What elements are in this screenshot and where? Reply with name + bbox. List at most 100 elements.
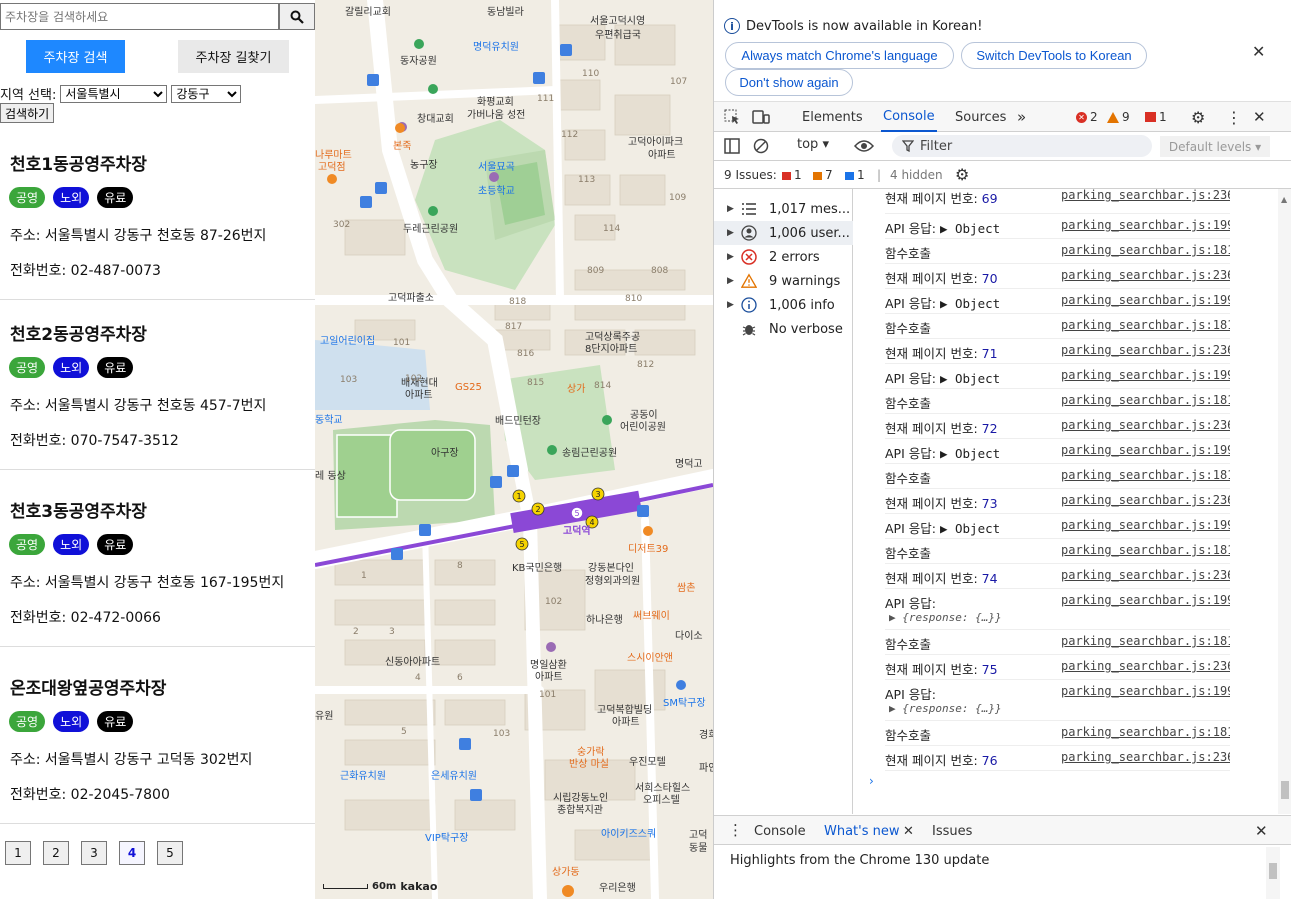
object-toggle[interactable]: ▶ Object [940,296,1000,311]
log-source-link[interactable]: parking_searchbar.js:236 [1061,343,1230,357]
map-label[interactable]: 다이소 [675,627,703,642]
console-log-row[interactable]: 함수호출 parking_searchbar.js:181 [885,539,1230,564]
log-source-link[interactable]: parking_searchbar.js:199 [1061,518,1230,532]
sidebar-item[interactable]: ▶ 1,006 info [714,293,853,317]
drawer-tab-issues[interactable]: Issues [932,824,972,839]
console-log-row[interactable]: 현재 페이지 번호: 75 parking_searchbar.js:236 [885,655,1230,680]
map-label[interactable]: 고일어린이집 [320,332,375,347]
map-label[interactable]: 써브웨이 [633,607,670,622]
map-label[interactable]: 명덕유치원 [473,38,519,53]
map-label[interactable]: 송림근린공원 [562,444,617,459]
more-tabs-icon[interactable]: » [1017,102,1026,132]
parking-route-button[interactable]: 주차장 길찾기 [178,40,289,73]
console-log-row[interactable]: API 응답: ▶ Object parking_searchbar.js:199 [885,289,1230,314]
map-label[interactable]: 은세유치원 [431,767,477,782]
map-label[interactable]: 창대교회 [417,110,454,125]
console-log-row[interactable]: 함수호출 parking_searchbar.js:181 [885,239,1230,264]
map-label[interactable]: 종합복지관 [557,801,603,816]
error-count[interactable]: ✕ 2 [1076,110,1098,124]
sidebar-item[interactable]: No verbose [714,317,853,341]
map-label[interactable]: 경희 [699,726,713,741]
clear-console-icon[interactable] [753,138,769,154]
drawer-scrollbar[interactable] [1266,847,1280,899]
log-source-link[interactable]: parking_searchbar.js:181 [1061,468,1230,482]
console-log-row[interactable]: API 응답: ▶ Object parking_searchbar.js:199 [885,214,1230,239]
log-source-link[interactable]: parking_searchbar.js:236 [1061,750,1230,764]
tab-sources[interactable]: Sources [955,102,1006,132]
map-label[interactable]: 서울고덕시영 [590,12,645,27]
map-label[interactable]: 고덕파출소 [388,289,434,304]
console-log-row[interactable]: 현재 페이지 번호: 74 parking_searchbar.js:236 [885,564,1230,589]
eye-icon[interactable] [854,139,874,153]
log-source-link[interactable]: parking_searchbar.js:181 [1061,634,1230,648]
console-log-row[interactable]: API 응답: ▶ {response: {…}} parking_searchba… [885,680,1230,721]
parking-card[interactable]: 온조대왕옆공영주차장 공영 노외 유료 주소: 서울특별시 강동구 고덕동 302번지 전… [0,654,315,824]
map-label[interactable]: 갈릴리교회 [345,3,391,18]
map-label[interactable]: 우리은행 [599,879,636,894]
log-source-link[interactable]: parking_searchbar.js:236 [1061,659,1230,673]
tab-elements[interactable]: Elements [802,102,863,132]
filter-input[interactable]: Filter [892,135,1152,157]
settings-gear-icon[interactable]: ⚙ [1191,102,1205,132]
more-options-icon[interactable]: ⋮ [1226,102,1242,132]
map-label[interactable]: 디저트39 [628,540,668,555]
object-toggle[interactable]: ▶ Object [940,371,1000,386]
map-label[interactable]: 근화유치원 [340,767,386,782]
log-source-link[interactable]: parking_searchbar.js:181 [1061,543,1230,557]
sidebar-item[interactable]: ▶ 9 warnings [714,269,853,293]
console-log-row[interactable]: 함수호출 parking_searchbar.js:181 [885,721,1230,746]
parking-card[interactable]: 천호2동공영주차장 공영 노외 유료 주소: 서울특별시 강동구 천호동 457-7번지… [0,300,315,470]
map-label[interactable]: 아파트 [535,668,563,683]
map-label[interactable]: 아파트 [648,146,676,161]
map-label[interactable]: KB국민은행 [512,559,562,574]
console-scrollbar[interactable]: ▲ [1278,189,1291,814]
city-select[interactable]: 서울특별시 [60,84,168,103]
device-toolbar-icon[interactable] [752,109,770,125]
console-log-row[interactable]: 현재 페이지 번호: 76 parking_searchbar.js:236 [885,746,1230,771]
map-label[interactable]: 파인 [699,759,713,774]
page-button[interactable]: 2 [43,841,69,865]
object-toggle[interactable]: ▶ Object [940,221,1000,236]
log-source-link[interactable]: parking_searchbar.js:181 [1061,393,1230,407]
kakao-map[interactable]: 1 2 3 4 5 5 갈릴리교회 동남빌라 서울고덕시영 우편취급국 명덕유치… [315,0,713,899]
console-prompt[interactable]: › [869,774,874,788]
drawer-scroll-thumb[interactable] [1269,863,1277,879]
sidebar-item[interactable]: ▶ 2 errors [714,245,853,269]
map-label[interactable]: 본죽 [393,137,411,152]
parking-search-button[interactable]: 주차장 검색 [26,40,125,73]
log-source-link[interactable]: parking_searchbar.js:181 [1061,318,1230,332]
log-source-link[interactable]: parking_searchbar.js:181 [1061,725,1230,739]
warning-count[interactable]: 9 [1107,110,1130,124]
page-button[interactable]: 5 [157,841,183,865]
map-label[interactable]: 상가 [567,380,585,395]
page-button[interactable]: 1 [5,841,31,865]
log-source-link[interactable]: parking_searchbar.js:181 [1061,243,1230,257]
log-source-link[interactable]: parking_searchbar.js:199 [1061,218,1230,232]
log-source-link[interactable]: parking_searchbar.js:199 [1061,293,1230,307]
map-label[interactable]: 반상 마실 [569,755,609,770]
map-label[interactable]: 가버나움 성전 [467,106,525,121]
search-icon-button[interactable] [279,3,315,30]
log-source-link[interactable]: parking_searchbar.js:199 [1061,593,1230,607]
console-log-row[interactable]: 현재 페이지 번호: 72 parking_searchbar.js:236 [885,414,1230,439]
console-log-row[interactable]: 함수호출 parking_searchbar.js:181 [885,389,1230,414]
scroll-thumb[interactable] [1281,781,1289,799]
console-log-row[interactable]: 함수호출 parking_searchbar.js:181 [885,630,1230,655]
log-source-link[interactable]: parking_searchbar.js:236 [1061,493,1230,507]
map-label[interactable]: 상가동 [552,863,580,878]
issues-error[interactable]: 1 [782,168,802,182]
parking-card[interactable]: 천호1동공영주차장 공영 노외 유료 주소: 서울특별시 강동구 천호동 87-26번지… [0,130,315,300]
page-button[interactable]: 4 [119,841,145,865]
log-source-link[interactable]: parking_searchbar.js:199 [1061,443,1230,457]
map-label[interactable]: 스시이안앤 [627,649,673,664]
sidebar-toggle-icon[interactable] [724,138,740,154]
console-log-row[interactable]: 현재 페이지 번호: 69 parking_searchbar.js:236 [885,189,1230,214]
console-log-row[interactable]: 함수호출 parking_searchbar.js:181 [885,314,1230,339]
console-log-row[interactable]: 현재 페이지 번호: 71 parking_searchbar.js:236 [885,339,1230,364]
object-toggle[interactable]: ▶ Object [940,446,1000,461]
devtools-close-icon[interactable]: ✕ [1253,102,1266,132]
dont-show-button[interactable]: Don't show again [725,69,853,96]
map-label[interactable]: 쌈촌 [677,579,695,594]
drawer-tab-console[interactable]: Console [754,824,806,839]
tab-console[interactable]: Console [881,102,937,132]
